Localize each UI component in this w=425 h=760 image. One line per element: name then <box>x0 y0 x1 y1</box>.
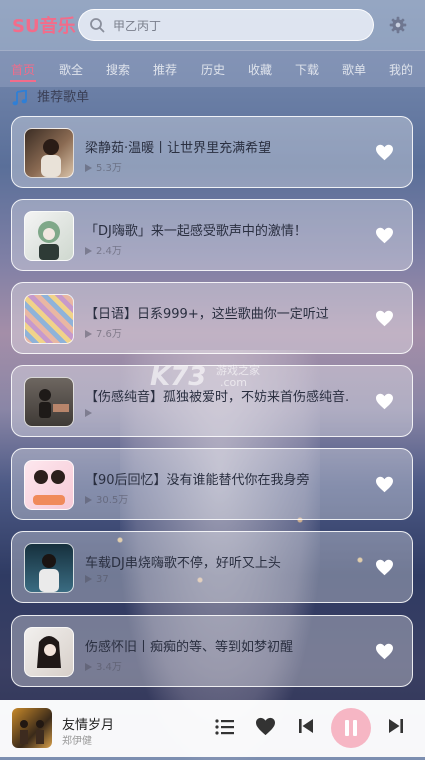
playlist-cover <box>24 211 74 261</box>
tab-all-songs[interactable]: 歌全 <box>59 61 83 78</box>
playlist-cover <box>24 460 74 510</box>
playlist-cover <box>24 543 74 593</box>
play-count: 30.5万 <box>85 491 128 506</box>
playlist-cover <box>24 627 74 677</box>
watermark-logo: K73 <box>150 362 207 392</box>
playlist-card[interactable]: 【日语】日系999+，这些歌曲你一定听过 7.6万 <box>11 282 413 354</box>
playlist-cover <box>24 128 74 178</box>
heart-icon[interactable] <box>375 559 394 576</box>
play-icon <box>85 247 92 255</box>
playlist-card[interactable]: 伤感怀旧丨痴痴的等、等到如梦初醒 3.4万 <box>11 615 413 687</box>
play-count: 7.6万 <box>85 325 122 340</box>
heart-icon[interactable] <box>375 227 394 244</box>
playlist-title: 【日语】日系999+，这些歌曲你一定听过 <box>85 307 329 322</box>
playlist-card[interactable]: 「DJ嗨歌」来一起感受歌声中的激情！ 2.4万 <box>11 199 413 271</box>
playlist-cover <box>24 294 74 344</box>
playlist-title: 【90后回忆】没有谁能替代你在我身旁 <box>85 473 310 488</box>
play-count: 2.4万 <box>85 242 122 257</box>
tab-downloads[interactable]: 下载 <box>295 61 319 78</box>
heart-icon[interactable] <box>375 393 394 410</box>
heart-icon[interactable] <box>375 310 394 327</box>
section-title: 推荐歌单 <box>37 90 90 105</box>
heart-icon[interactable] <box>375 643 394 660</box>
playlist-cover <box>24 377 74 427</box>
search-icon <box>90 18 105 33</box>
tab-playlists[interactable]: 歌单 <box>342 61 366 78</box>
playlist-title: 伤感怀旧丨痴痴的等、等到如梦初醒 <box>85 640 294 655</box>
next-icon[interactable] <box>388 717 404 735</box>
tab-recommend[interactable]: 推荐 <box>153 61 177 78</box>
play-count: 5.3万 <box>85 159 122 174</box>
section-header: 推荐歌单 <box>12 86 90 105</box>
tab-mine[interactable]: 我的 <box>389 61 413 78</box>
playlist-card[interactable]: 【伤感纯音】孤独被爱时，不妨来首伤感纯音. <box>11 365 413 437</box>
search-input[interactable] <box>111 15 365 37</box>
pause-icon <box>345 720 357 736</box>
playlist-card[interactable]: 车载DJ串烧嗨歌不停，好听又上头 37 <box>11 531 413 603</box>
now-playing-artist: 郑伊健 <box>62 736 92 747</box>
playlist-title: 梁静茹·温暖丨让世界里充满希望 <box>85 141 272 156</box>
app-logo: SU音乐 <box>12 16 76 37</box>
playlist-icon[interactable] <box>215 717 235 737</box>
heart-icon[interactable] <box>375 144 394 161</box>
active-tab-indicator <box>10 80 36 82</box>
tab-home[interactable]: 首页 <box>11 61 35 78</box>
play-icon <box>85 575 92 583</box>
playlist-title: 「DJ嗨歌」来一起感受歌声中的激情！ <box>85 224 307 239</box>
previous-icon[interactable] <box>298 717 314 735</box>
play-icon <box>85 496 92 504</box>
playlist-card[interactable]: 梁静茹·温暖丨让世界里充满希望 5.3万 <box>11 116 413 188</box>
playlist-title: 车载DJ串烧嗨歌不停，好听又上头 <box>85 556 281 571</box>
tab-history[interactable]: 历史 <box>201 61 225 78</box>
top-bar: SU音乐 <box>0 0 425 50</box>
pause-button[interactable] <box>331 708 371 748</box>
play-icon <box>85 164 92 172</box>
watermark-domain: .com <box>220 376 247 389</box>
heart-icon[interactable] <box>375 476 394 493</box>
tab-search[interactable]: 搜索 <box>106 61 130 78</box>
playlist-card[interactable]: 【90后回忆】没有谁能替代你在我身旁 30.5万 <box>11 448 413 520</box>
watermark: K73 游戏之家 .com <box>150 362 260 392</box>
play-icon <box>85 663 92 671</box>
play-count: 3.4万 <box>85 658 122 673</box>
play-count: 37 <box>85 574 109 585</box>
heart-icon[interactable] <box>255 717 276 736</box>
mini-player[interactable]: 友情岁月 郑伊健 <box>0 700 425 757</box>
play-icon <box>85 409 92 417</box>
play-count <box>85 408 96 419</box>
search-box[interactable] <box>78 9 374 41</box>
play-icon <box>85 330 92 338</box>
gear-icon[interactable] <box>389 16 407 34</box>
now-playing-cover <box>12 708 52 748</box>
now-playing-title: 友情岁月 <box>62 718 115 733</box>
nav-tabs: 首页 歌全 搜索 推荐 历史 收藏 下载 歌单 我的 <box>0 50 425 87</box>
tab-favorites[interactable]: 收藏 <box>248 61 272 78</box>
music-note-icon <box>12 89 27 105</box>
